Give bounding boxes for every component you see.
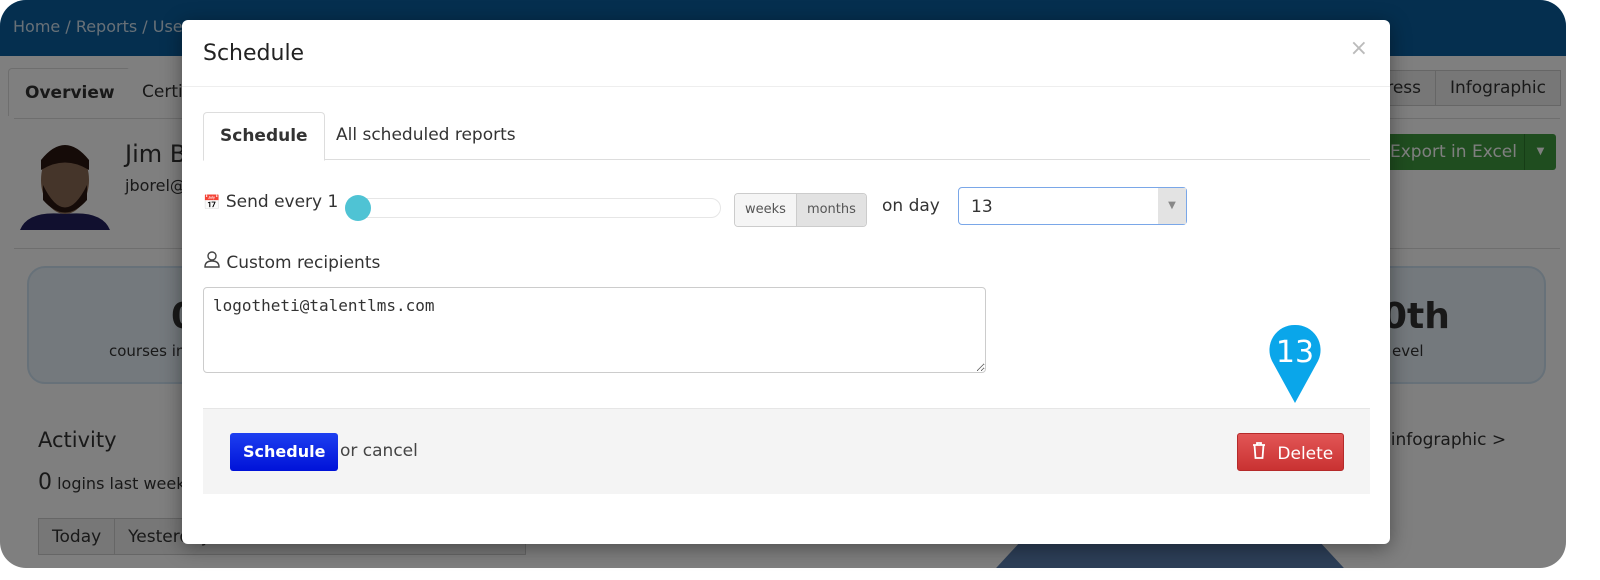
period-weeks-button[interactable]: weeks (735, 194, 796, 226)
send-every-row: 📅 Send every 1 (203, 192, 338, 212)
recipients-label: Custom recipients (226, 253, 381, 273)
chevron-down-icon[interactable]: ▼ (1158, 188, 1186, 224)
trash-icon (1253, 442, 1265, 459)
calendar-icon: 📅 (203, 195, 221, 211)
send-every-label: Send every 1 (225, 192, 339, 212)
tab-schedule[interactable]: Schedule (203, 112, 325, 161)
modal-title: Schedule (203, 41, 305, 66)
tab-all-scheduled-reports[interactable]: All scheduled reports (320, 112, 532, 160)
recipients-textarea[interactable] (203, 287, 986, 373)
on-day-select[interactable]: 13 ▼ (958, 187, 1187, 225)
delete-label: Delete (1277, 444, 1334, 464)
schedule-button[interactable]: Schedule (230, 433, 339, 471)
step-marker: 13 (1268, 323, 1322, 403)
send-every-slider[interactable] (345, 195, 721, 221)
schedule-modal: Schedule × Schedule All scheduled report… (182, 20, 1390, 544)
modal-footer: Schedule or cancel Delete (203, 408, 1370, 494)
slider-handle[interactable] (345, 195, 371, 221)
user-icon (204, 251, 220, 268)
cancel-link[interactable]: or cancel (340, 441, 418, 461)
period-toggle: weeks months (734, 193, 867, 227)
step-number: 13 (1275, 335, 1315, 370)
on-day-label: on day (882, 196, 940, 216)
close-icon[interactable]: × (1350, 36, 1368, 61)
delete-button[interactable]: Delete (1237, 433, 1344, 471)
modal-tabs: Schedule All scheduled reports (203, 112, 1370, 161)
period-months-button[interactable]: months (795, 194, 866, 226)
recipients-row: Custom recipients (203, 250, 380, 273)
on-day-value: 13 (971, 197, 993, 217)
